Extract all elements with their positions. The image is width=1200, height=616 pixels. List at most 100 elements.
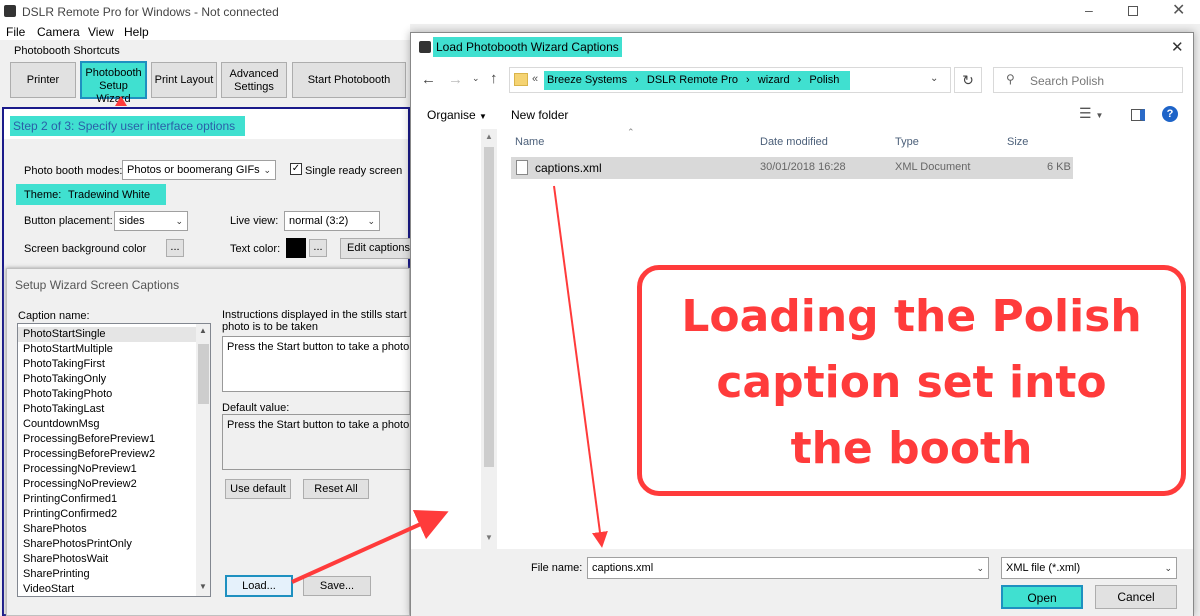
up-icon[interactable]: ↑ bbox=[490, 70, 498, 87]
annotation-marker-arrow bbox=[115, 96, 127, 106]
file-size: 6 KB bbox=[1047, 161, 1071, 173]
list-item[interactable]: ProcessingNoPreview1 bbox=[18, 462, 196, 477]
advanced-line1: Advanced bbox=[229, 68, 279, 80]
list-item[interactable]: CountdownMsg bbox=[18, 417, 196, 432]
breadcrumb-wizard[interactable]: wizard bbox=[758, 74, 790, 86]
caption-name-label: Caption name: bbox=[18, 310, 90, 322]
file-row[interactable]: captions.xml 30/01/2018 16:28 XML Docume… bbox=[511, 157, 1073, 179]
live-view-select[interactable]: normal (3:2) ⌄ bbox=[284, 211, 380, 231]
save-button[interactable]: Save... bbox=[303, 576, 371, 596]
organise-button[interactable]: Organise ▼ bbox=[427, 108, 487, 122]
instructions-textbox[interactable]: Press the Start button to take a photo..… bbox=[222, 336, 412, 392]
caption-list-scrollbar[interactable]: ▲ ▼ bbox=[196, 324, 210, 596]
bg-color-picker-button[interactable]: ... bbox=[166, 239, 184, 257]
help-icon[interactable]: ? bbox=[1162, 106, 1178, 122]
caption-list[interactable]: PhotoStartSingle PhotoStartMultiple PhotoT… bbox=[17, 323, 211, 597]
single-ready-checkbox[interactable]: ✓ bbox=[290, 163, 302, 175]
list-item[interactable]: SharePhotosPrintOnly bbox=[18, 537, 196, 552]
modes-label: Photo booth modes: bbox=[24, 165, 123, 177]
column-name[interactable]: Name bbox=[515, 136, 544, 148]
theme-label: Theme: bbox=[24, 189, 62, 201]
minimize-icon[interactable]: – bbox=[1085, 2, 1093, 18]
breadcrumb-polish[interactable]: Polish bbox=[809, 74, 839, 86]
text-color-swatch bbox=[286, 238, 306, 258]
menu-file[interactable]: File bbox=[6, 25, 25, 39]
view-options-icon[interactable]: ☰ ▼ bbox=[1079, 105, 1103, 122]
file-date: 30/01/2018 16:28 bbox=[760, 161, 846, 173]
breadcrumb-overflow-icon[interactable]: « bbox=[532, 73, 538, 85]
list-item[interactable]: PrintingConfirmed1 bbox=[18, 492, 196, 507]
address-bar[interactable]: « Breeze Systems › DSLR Remote Pro › wiz… bbox=[509, 67, 951, 93]
button-placement-value: sides bbox=[119, 215, 145, 227]
bg-color-swatch bbox=[147, 239, 165, 257]
recent-chevron-icon[interactable]: ⌄ bbox=[472, 73, 480, 84]
breadcrumb-breeze-systems[interactable]: Breeze Systems bbox=[547, 74, 627, 86]
column-size[interactable]: Size bbox=[1007, 136, 1028, 148]
list-item[interactable]: PhotoTakingLast bbox=[18, 402, 196, 417]
use-default-button[interactable]: Use default bbox=[225, 479, 291, 499]
printer-setup-button[interactable]: Printer Setup bbox=[10, 62, 76, 120]
modes-value: Photos or boomerang GIFs bbox=[127, 164, 260, 176]
theme-value[interactable]: Tradewind White bbox=[68, 189, 150, 201]
list-item[interactable]: SharePrinting bbox=[18, 567, 196, 582]
live-view-value: normal (3:2) bbox=[289, 215, 349, 227]
start-photobooth-button[interactable]: Start Photobooth bbox=[292, 62, 406, 98]
captions-dialog-title: Setup Wizard Screen Captions bbox=[15, 278, 180, 292]
close-icon[interactable]: ✕ bbox=[1171, 38, 1184, 56]
reset-all-button[interactable]: Reset All bbox=[303, 479, 369, 499]
bg-color-label: Screen background color: bbox=[24, 243, 150, 255]
scroll-up-icon[interactable]: ▲ bbox=[199, 326, 207, 335]
nav-pane-scrollbar[interactable]: ▲ ▼ bbox=[481, 129, 497, 549]
menu-help[interactable]: Help bbox=[124, 25, 149, 39]
forward-icon[interactable]: → bbox=[448, 71, 463, 88]
list-item[interactable]: PhotoTakingOnly bbox=[18, 372, 196, 387]
scroll-down-icon[interactable]: ▼ bbox=[199, 582, 207, 591]
edit-captions-button[interactable]: Edit captions... bbox=[340, 238, 412, 259]
list-item[interactable]: PhotoStartMultiple bbox=[18, 342, 196, 357]
column-type[interactable]: Type bbox=[895, 136, 919, 148]
address-chevron-icon[interactable]: ⌄ bbox=[930, 73, 938, 84]
maximize-icon[interactable] bbox=[1128, 6, 1138, 16]
list-item[interactable]: PrintingConfirmed2 bbox=[18, 507, 196, 522]
modes-select[interactable]: Photos or boomerang GIFs ⌄ bbox=[122, 160, 276, 180]
document-icon bbox=[516, 160, 528, 175]
load-button[interactable]: Load... bbox=[225, 575, 293, 597]
list-item[interactable]: VideoStart bbox=[18, 582, 196, 596]
new-folder-button[interactable]: New folder bbox=[511, 108, 568, 122]
search-box[interactable]: ⚲ Search Polish bbox=[993, 67, 1183, 93]
list-item[interactable]: PhotoStartSingle bbox=[18, 327, 196, 342]
filename-input[interactable]: captions.xml ⌄ bbox=[587, 557, 989, 579]
search-icon: ⚲ bbox=[1006, 72, 1015, 86]
scroll-thumb[interactable] bbox=[484, 147, 494, 467]
caption-list-items: PhotoStartSingle PhotoStartMultiple PhotoT… bbox=[18, 324, 196, 596]
breadcrumb-dslr-remote-pro[interactable]: DSLR Remote Pro bbox=[647, 74, 738, 86]
text-color-picker-button[interactable]: ... bbox=[309, 239, 327, 257]
preview-pane-icon[interactable] bbox=[1131, 109, 1145, 121]
open-button[interactable]: Open bbox=[1001, 585, 1083, 609]
list-item[interactable]: PhotoTakingFirst bbox=[18, 357, 196, 372]
button-placement-select[interactable]: sides ⌄ bbox=[114, 211, 188, 231]
photobooth-setup-wizard-button[interactable]: Photobooth Setup Wizard bbox=[80, 61, 147, 105]
menu-view[interactable]: View bbox=[88, 25, 114, 39]
print-layout-button[interactable]: Print Layout bbox=[151, 62, 217, 98]
back-icon[interactable]: ← bbox=[421, 71, 436, 88]
refresh-button[interactable]: ↻ bbox=[954, 67, 982, 93]
close-icon[interactable]: ✕ bbox=[1172, 0, 1185, 20]
filetype-select[interactable]: XML file (*.xml) ⌄ bbox=[1001, 557, 1177, 579]
scroll-thumb[interactable] bbox=[198, 344, 209, 404]
list-item[interactable]: ProcessingNoPreview2 bbox=[18, 477, 196, 492]
scroll-up-icon[interactable]: ▲ bbox=[485, 132, 493, 141]
camera-app-icon bbox=[4, 5, 16, 17]
list-item[interactable]: SharePhotosWait bbox=[18, 552, 196, 567]
list-item[interactable]: SharePhotos bbox=[18, 522, 196, 537]
column-date[interactable]: Date modified bbox=[760, 136, 828, 148]
scroll-down-icon[interactable]: ▼ bbox=[485, 533, 493, 542]
instructions-value: Press the Start button to take a photo..… bbox=[227, 341, 412, 353]
list-item[interactable]: ProcessingBeforePreview1 bbox=[18, 432, 196, 447]
menu-camera[interactable]: Camera bbox=[37, 25, 80, 39]
main-window-title: DSLR Remote Pro for Windows - Not connec… bbox=[22, 5, 279, 19]
cancel-button[interactable]: Cancel bbox=[1095, 585, 1177, 609]
list-item[interactable]: PhotoTakingPhoto bbox=[18, 387, 196, 402]
list-item[interactable]: ProcessingBeforePreview2 bbox=[18, 447, 196, 462]
advanced-settings-button[interactable]: Advanced Settings bbox=[221, 62, 287, 98]
